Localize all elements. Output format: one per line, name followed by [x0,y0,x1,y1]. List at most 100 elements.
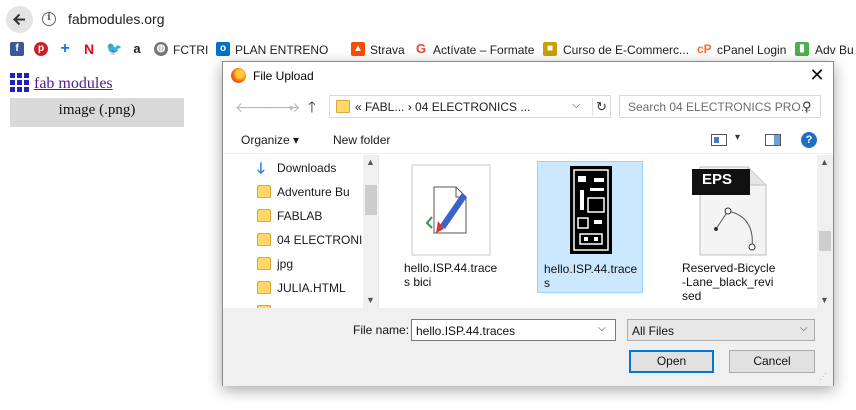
bookmark-plan-entreno[interactable]: PLAN ENTRENO [235,43,328,57]
globe-icon[interactable]: ◍ [154,42,168,56]
chevron-down-icon[interactable]: ⌵ [800,323,808,334]
file-item[interactable]: EPS Reserved-Bicycle-Lane_black_revised [676,161,782,303]
download-arrow-icon: 🡓 [257,160,265,177]
folder-icon [336,100,350,113]
image-format-button[interactable]: image (.png) [10,98,184,127]
bookmarks-bar: f p + N 🐦 a ◍ FCTRI o PLAN ENTRENO ▲ Str… [0,38,856,62]
back-arrow-icon [13,13,25,26]
nav-pane-scrollbar[interactable]: ▲ ▼ [363,155,378,308]
bookmark-adv[interactable]: Adv Bu [815,43,854,57]
scroll-up-icon[interactable]: ▲ [820,157,829,167]
folder-icon [257,185,271,198]
traces-thumbnail [570,166,612,254]
pinterest-icon[interactable]: p [34,42,48,56]
close-button[interactable]: ✕ [803,64,831,88]
scroll-up-icon[interactable]: ▲ [366,157,375,167]
amazon-icon[interactable]: a [130,42,144,56]
search-input[interactable]: Search 04 ELECTRONICS PRO... ⚲ [619,95,821,118]
file-name-label: File name: [353,323,410,337]
resize-grip-icon[interactable]: ⋰ [819,372,829,382]
facebook-icon[interactable]: f [10,42,24,56]
netflix-icon[interactable]: N [82,42,96,56]
file-name: Reserved-Bicycle-Lane_black_revised [682,261,776,303]
search-icon[interactable]: ⚲ [802,99,812,115]
refresh-icon[interactable]: ↻ [592,98,610,116]
dialog-toolbar: Organize ▾ New folder ▾ ? [223,126,833,154]
bookmark-strava[interactable]: Strava [370,43,405,57]
nav-item-label: Downloads [277,161,337,175]
scrollbar-thumb[interactable] [819,231,831,251]
back-button[interactable] [6,6,33,33]
folder-icon[interactable]: ■ [543,42,557,56]
nav-item-julia[interactable]: JULIA.HTML [253,277,368,299]
folder-icon [257,257,271,270]
file-name-field[interactable]: hello.ISP.44.traces ⌵ [411,319,616,341]
eps-badge: EPS [701,171,732,188]
firefox-icon [231,68,246,83]
cancel-button[interactable]: Cancel [729,350,815,373]
bookmark-cpanel[interactable]: cPanel Login [717,43,786,57]
file-item[interactable]: hello.ISP.44.traces bici [398,161,504,293]
breadcrumb[interactable]: « FABL... › 04 ELECTRONICS ... ⌵ ↻ [329,95,611,118]
forward-arrow-icon[interactable]: 🡒 [263,99,301,116]
nav-item-adventure[interactable]: Adventure Bu 📌 [253,181,378,203]
outlook-icon[interactable]: o [216,42,230,56]
nav-item-partial[interactable] [253,301,368,308]
file-name: hello.ISP.44.traces bici [404,261,498,289]
preview-pane-icon[interactable] [765,134,781,146]
strava-icon[interactable]: ▲ [351,42,365,56]
nav-item-downloads[interactable]: 🡓 Downloads 📌 [253,157,378,179]
new-folder-button[interactable]: New folder [333,133,390,147]
address-bar: i fabmodules.org [0,0,856,38]
file-item-selected[interactable]: hello.ISP.44.traces [537,161,643,293]
help-icon[interactable]: ? [801,132,817,148]
organize-button[interactable]: Organize ▾ [241,133,299,147]
chevron-down-icon[interactable]: ⌵ [598,323,606,334]
open-button[interactable]: Open [629,350,714,373]
bookmark-icon[interactable]: ▮ [795,42,809,56]
up-arrow-icon[interactable]: 🡑 [308,97,316,122]
navigation-pane: 🡓 Downloads 📌 Adventure Bu 📌 FABLAB 📌 04… [223,155,379,308]
cpanel-icon[interactable]: cP [697,42,712,56]
nav-item-label: Adventure Bu [277,185,350,199]
twitter-icon[interactable]: 🐦 [106,42,122,56]
dialog-titlebar[interactable]: File Upload ✕ [223,62,833,90]
bookmark-curso-ecommerce[interactable]: Curso de E-Commerc... [563,43,689,57]
view-options-chevron-icon[interactable]: ▾ [735,132,740,143]
scrollbar-thumb[interactable] [365,185,377,215]
scroll-down-icon[interactable]: ▼ [366,295,375,305]
navigation-row: 🡐 🡒 ▾ 🡑 « FABL... › 04 ELECTRONICS ... ⌵… [223,92,833,122]
bookmark-fctri[interactable]: FCTRI [173,43,208,57]
file-type-value: All Files [632,324,675,338]
bookmark-activate[interactable]: Actívate – Formate [433,43,534,57]
file-list: hello.ISP.44.traces bici hello.ISP.44.tr… [380,155,833,308]
info-icon[interactable]: i [42,12,56,26]
change-view-icon[interactable] [711,134,727,146]
nav-item-label: FABLAB [277,209,323,223]
nav-item-label: 04 ELECTRONICS [277,233,363,247]
recent-locations-chevron-icon[interactable]: ▾ [289,103,294,114]
plus-icon[interactable]: + [58,41,72,57]
search-placeholder: Search 04 ELECTRONICS PRO... [628,100,811,114]
nav-item-label: jpg [277,257,294,271]
file-name: hello.ISP.44.traces [544,262,638,290]
file-thumbnail [411,164,491,256]
file-upload-dialog: File Upload ✕ 🡐 🡒 ▾ 🡑 « FABL... › 04 ELE… [222,61,834,386]
scroll-down-icon[interactable]: ▼ [820,295,829,305]
file-list-scrollbar[interactable]: ▲ ▼ [817,155,833,308]
url-field[interactable]: fabmodules.org [68,11,165,27]
google-icon[interactable]: G [414,42,428,56]
file-name-value[interactable]: hello.ISP.44.traces [416,324,515,338]
dialog-footer: File name: hello.ISP.44.traces ⌵ All Fil… [223,308,833,386]
nav-item-fablab[interactable]: FABLAB 📌 [253,205,378,227]
nav-item-04-electronics[interactable]: 04 ELECTRONICS [253,229,368,251]
folder-icon [257,233,271,246]
nav-item-jpg[interactable]: jpg [253,253,368,275]
breadcrumb-path[interactable]: « FABL... › 04 ELECTRONICS ... [355,100,530,114]
nav-item-label: JULIA.HTML [277,281,346,295]
fab-modules-link[interactable]: fab modules [34,75,113,93]
file-type-select[interactable]: All Files ⌵ [627,319,815,341]
dialog-title: File Upload [253,69,314,83]
image-format-label: image (.png) [58,102,136,118]
chevron-down-icon[interactable]: ⌵ [572,99,580,112]
